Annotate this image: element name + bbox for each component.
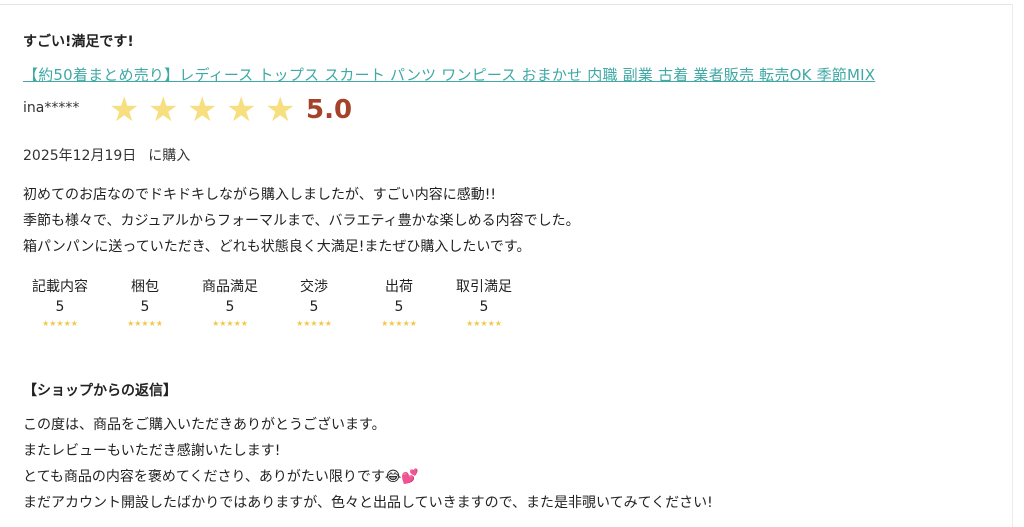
rating-item: 交渉 5 ★★★★★ bbox=[277, 277, 351, 331]
small-star-icon: ★★★★★ bbox=[127, 319, 163, 328]
rating-item: 出荷 5 ★★★★★ bbox=[362, 277, 436, 331]
shop-reply-title: 【ショップからの返信】 bbox=[23, 383, 177, 399]
shop-reply-line: まだアカウント開設したばかりではありますが、色々と出品していきますので、また是非… bbox=[23, 495, 713, 511]
small-star-icon: ★★★★★ bbox=[212, 319, 248, 328]
right-divider bbox=[1012, 4, 1013, 527]
rating-value: 5 bbox=[225, 299, 235, 315]
rating-score: 5.0 bbox=[306, 95, 353, 125]
rating-item: 商品満足 5 ★★★★★ bbox=[193, 277, 267, 331]
rating-label: 取引満足 bbox=[456, 279, 512, 295]
star-icon: ★ bbox=[265, 90, 296, 130]
star-icon: ★ bbox=[109, 90, 140, 130]
rating-value: 5 bbox=[309, 299, 319, 315]
review-body-line: 季節も様々で、カジュアルからフォーマルまで、バラエティ豊かな楽しめる内容でした。 bbox=[23, 213, 580, 229]
rating-label: 出荷 bbox=[385, 279, 413, 295]
star-icon: ★ bbox=[187, 90, 218, 130]
small-star-icon: ★★★★★ bbox=[466, 319, 502, 328]
review-body: 初めてのお店なのでドキドキしながら購入しましたが、すごい内容に感動!! 季節も様… bbox=[23, 182, 580, 260]
shop-reply-line: この度は、商品をご購入いただきありがとうございます。 bbox=[23, 417, 386, 433]
shop-reply-line: とても商品の内容を褒めてくださり、ありがたい限りです😂💕 bbox=[23, 469, 419, 485]
rating-value: 5 bbox=[140, 299, 150, 315]
reviewer-name: ina***** bbox=[23, 100, 80, 116]
shop-reply-body: この度は、商品をご購入いただきありがとうございます。 またレビューもいただき感謝… bbox=[23, 412, 713, 516]
purchase-date-suffix: に購入 bbox=[148, 148, 191, 164]
purchase-date-value: 2025年12月19日 bbox=[23, 148, 137, 164]
star-icon: ★ bbox=[226, 90, 257, 130]
reviewer-row: ina***** ★ ★ ★ ★ ★ 5.0 bbox=[23, 92, 623, 128]
rating-value: 5 bbox=[55, 299, 65, 315]
purchase-date: 2025年12月19日 に購入 bbox=[23, 145, 202, 165]
rating-item: 梱包 5 ★★★★★ bbox=[108, 277, 182, 331]
review-body-line: 箱パンパンに送っていただき、どれも状態良く大満足!またぜひ購入したいです。 bbox=[23, 239, 531, 255]
star-icon: ★ bbox=[148, 90, 179, 130]
review-title: すごい!満足です! bbox=[23, 34, 134, 50]
rating-label: 交渉 bbox=[300, 279, 328, 295]
rating-value: 5 bbox=[394, 299, 404, 315]
review-body-line: 初めてのお店なのでドキドキしながら購入しましたが、すごい内容に感動!! bbox=[23, 187, 496, 203]
small-star-icon: ★★★★★ bbox=[296, 319, 332, 328]
small-star-icon: ★★★★★ bbox=[42, 319, 78, 328]
rating-value: 5 bbox=[479, 299, 489, 315]
rating-item: 記載内容 5 ★★★★★ bbox=[23, 277, 97, 331]
detail-ratings: 記載内容 5 ★★★★★ 梱包 5 ★★★★★ 商品満足 5 ★★★★★ 交渉 … bbox=[23, 277, 543, 347]
rating-label: 商品満足 bbox=[202, 279, 258, 295]
product-link[interactable]: 【約50着まとめ売り】レディース トップス スカート パンツ ワンピース おまか… bbox=[23, 64, 875, 85]
small-star-icon: ★★★★★ bbox=[381, 319, 417, 328]
shop-reply-line: またレビューもいただき感謝いたします! bbox=[23, 443, 281, 459]
star-rating: ★ ★ ★ ★ ★ bbox=[109, 90, 304, 130]
rating-label: 記載内容 bbox=[32, 279, 88, 295]
rating-label: 梱包 bbox=[131, 279, 159, 295]
rating-item: 取引満足 5 ★★★★★ bbox=[447, 277, 521, 331]
top-divider bbox=[0, 4, 1012, 5]
